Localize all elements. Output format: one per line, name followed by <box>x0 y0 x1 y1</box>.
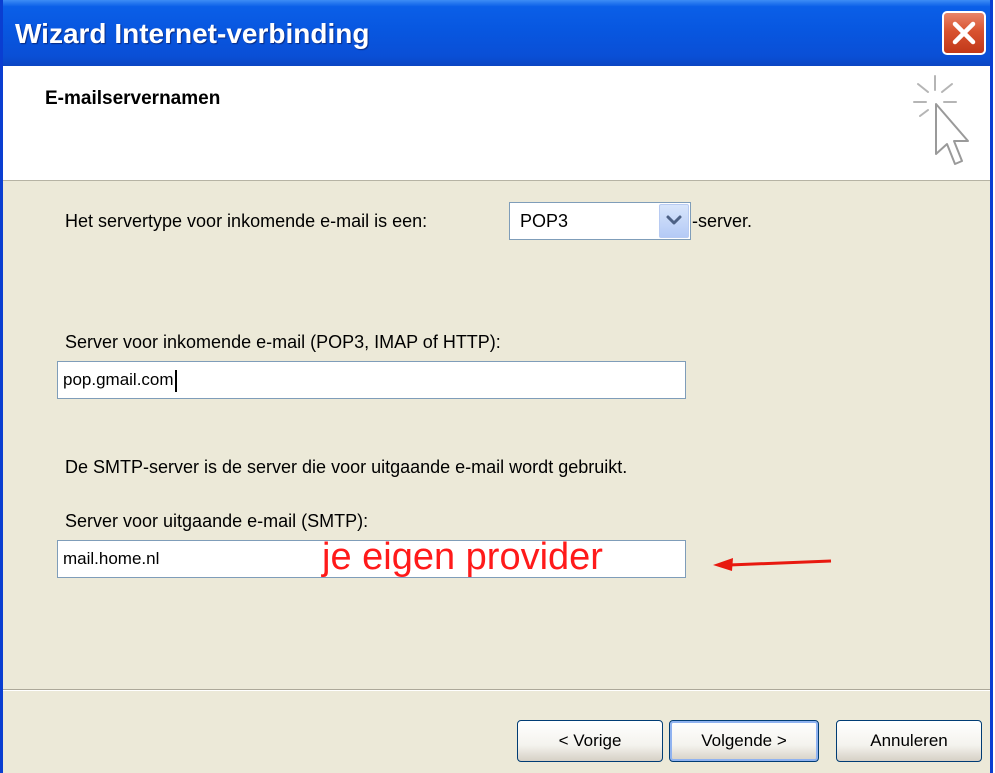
incoming-server-field[interactable]: pop.gmail.com <box>57 361 686 399</box>
wizard-content: Het servertype voor inkomende e-mail is … <box>3 181 990 773</box>
smtp-info-text: De SMTP-server is de server die voor uit… <box>65 457 628 477</box>
incoming-type-select[interactable]: POP3 <box>509 202 691 240</box>
chevron-down-icon <box>666 215 682 225</box>
incoming-type-value: POP3 <box>520 211 569 231</box>
cancel-button[interactable]: Annuleren <box>836 720 982 762</box>
incoming-server-value: pop.gmail.com <box>63 370 174 389</box>
title-bar[interactable]: Wizard Internet-verbinding <box>3 0 990 66</box>
red-arrow-icon <box>713 558 832 571</box>
outgoing-server-value: mail.home.nl <box>63 549 160 568</box>
button-separator <box>3 689 990 691</box>
incoming-type-suffix: -server. <box>692 211 753 231</box>
annotation-text: je eigen provider <box>322 536 603 578</box>
wizard-window: Wizard Internet-verbinding E-mailservern… <box>0 0 993 773</box>
close-icon <box>952 21 976 45</box>
wizard-header: E-mailservernamen <box>3 66 990 181</box>
outgoing-server-label: Server voor uitgaande e-mail (SMTP): <box>65 511 369 531</box>
back-button[interactable]: < Vorige <box>517 720 663 762</box>
window-title: Wizard Internet-verbinding <box>15 18 370 49</box>
page-title: E-mailservernamen <box>45 88 221 109</box>
incoming-server-label: Server voor inkomende e-mail (POP3, IMAP… <box>65 332 501 352</box>
wizard-cursor-icon <box>913 75 969 165</box>
close-button[interactable] <box>942 11 986 55</box>
text-caret <box>174 369 177 392</box>
next-button[interactable]: Volgende > <box>669 720 819 762</box>
dropdown-button[interactable] <box>659 204 689 238</box>
incoming-type-label: Het servertype voor inkomende e-mail is … <box>65 211 428 231</box>
